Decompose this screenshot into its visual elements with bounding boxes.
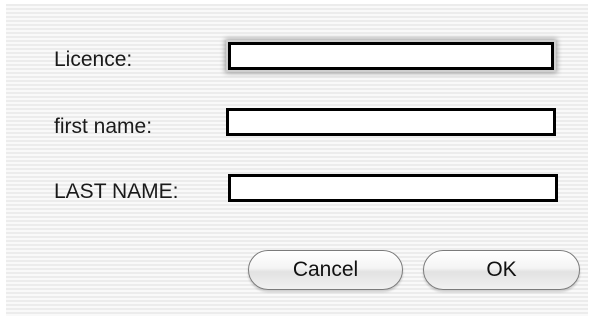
ok-button[interactable]: OK [423,250,580,290]
first-name-label: first name: [54,115,153,138]
license-dialog: Licence: first name: LAST NAME: Cancel O… [6,4,588,316]
cancel-button[interactable]: Cancel [248,250,403,290]
first-name-input[interactable] [226,108,556,136]
licence-input[interactable] [228,42,554,70]
licence-label: Licence: [54,48,133,71]
last-name-label: LAST NAME: [54,180,179,203]
last-name-input[interactable] [228,174,558,202]
